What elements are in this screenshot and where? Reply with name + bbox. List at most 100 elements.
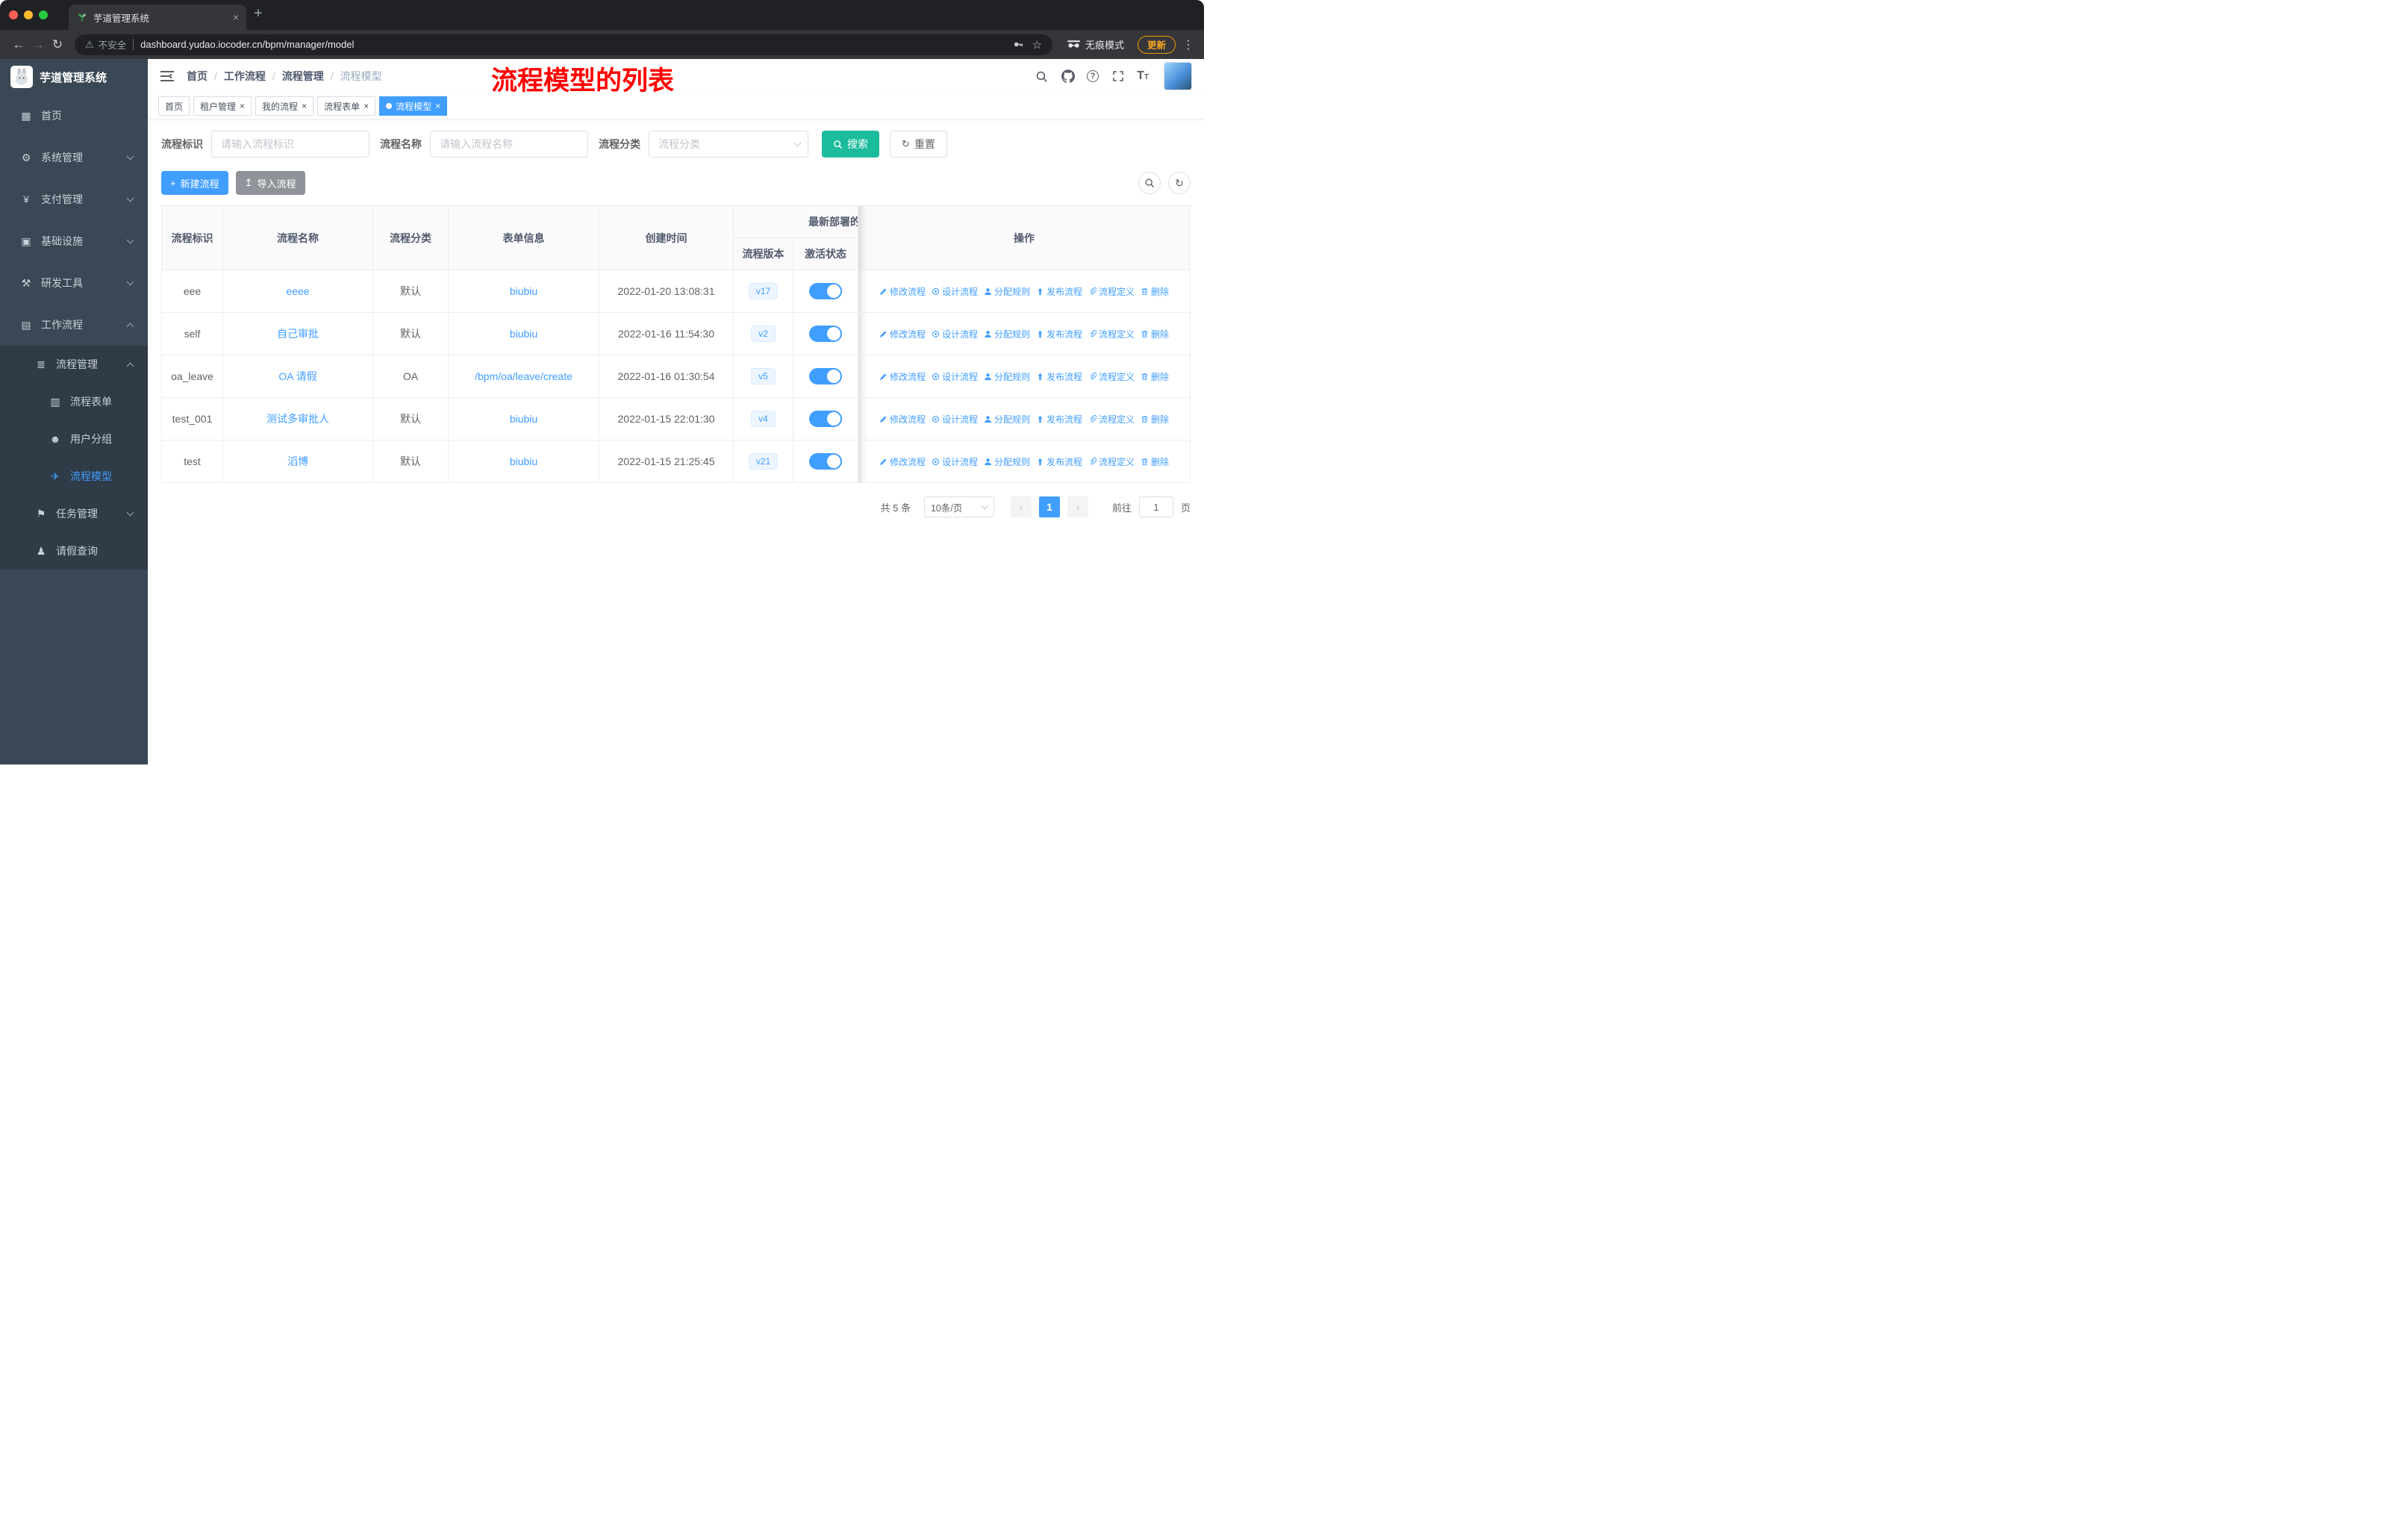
sidebar-item-5[interactable]: ▤ 工作流程 [0, 304, 148, 346]
action-assign-link[interactable]: 分配规则 [984, 413, 1030, 426]
form-info-link[interactable]: biubiu [510, 285, 537, 297]
action-edit-link[interactable]: 修改流程 [879, 413, 926, 426]
tag-0[interactable]: 首页 [158, 96, 190, 116]
breadcrumb-item-process-management[interactable]: 流程管理 [282, 69, 324, 84]
action-assign-link[interactable]: 分配规则 [984, 328, 1030, 340]
tag-3[interactable]: 流程表单 × [317, 96, 376, 116]
bookmark-star-icon[interactable]: ☆ [1032, 38, 1042, 52]
new-tab-button[interactable]: + [254, 5, 263, 22]
browser-tab[interactable]: 芋道管理系统 × [69, 4, 246, 30]
page-number-button[interactable]: 1 [1038, 496, 1060, 517]
process-name-link[interactable]: 测试多审批人 [266, 413, 329, 425]
action-definition-link[interactable]: 流程定义 [1088, 413, 1135, 426]
action-edit-link[interactable]: 修改流程 [879, 328, 926, 340]
create-process-button[interactable]: + 新建流程 [161, 171, 228, 195]
action-assign-link[interactable]: 分配规则 [984, 455, 1030, 468]
user-avatar[interactable] [1164, 62, 1192, 90]
back-icon[interactable]: ← [9, 37, 28, 52]
minimize-window-button[interactable] [24, 10, 33, 19]
sidebar-collapse-icon[interactable] [160, 68, 176, 84]
sidebar-item-8[interactable]: ☻ 用户分组 [0, 420, 148, 458]
password-key-icon[interactable] [1013, 39, 1024, 50]
breadcrumb-item-home[interactable]: 首页 [187, 69, 208, 84]
import-process-button[interactable]: ↥ 导入流程 [235, 171, 305, 195]
process-name-link[interactable]: 自己审批 [277, 328, 319, 340]
address-bar[interactable]: ⚠ 不安全 dashboard.yudao.iocoder.cn/bpm/man… [75, 34, 1052, 55]
action-definition-link[interactable]: 流程定义 [1088, 370, 1135, 383]
action-assign-link[interactable]: 分配规则 [984, 370, 1030, 383]
action-delete-link[interactable]: 删除 [1141, 285, 1169, 298]
action-edit-link[interactable]: 修改流程 [879, 455, 926, 468]
active-toggle[interactable] [809, 411, 842, 427]
process-name-input[interactable] [430, 131, 588, 158]
category-select[interactable]: 流程分类 [649, 131, 808, 158]
action-delete-link[interactable]: 删除 [1141, 328, 1169, 340]
active-toggle[interactable] [809, 368, 842, 384]
sidebar-item-10[interactable]: ⚑ 任务管理 [0, 495, 148, 532]
reload-icon[interactable]: ↻ [48, 37, 67, 52]
tab-close-icon[interactable]: × [233, 11, 239, 23]
sidebar-item-11[interactable]: ♟ 请假查询 [0, 532, 148, 570]
browser-menu-icon[interactable]: ⋮ [1182, 37, 1195, 52]
reset-button[interactable]: ↻ 重置 [890, 131, 947, 158]
form-info-link[interactable]: biubiu [510, 455, 537, 467]
breadcrumb-item-workflow[interactable]: 工作流程 [224, 69, 266, 84]
refresh-table-button[interactable]: ↻ [1168, 172, 1191, 194]
process-name-link[interactable]: eeee [286, 285, 309, 297]
action-publish-link[interactable]: 发布流程 [1036, 285, 1082, 298]
sidebar-item-7[interactable]: ▥ 流程表单 [0, 383, 148, 420]
search-button[interactable]: 搜索 [822, 131, 879, 158]
action-design-link[interactable]: 设计流程 [932, 285, 978, 298]
action-publish-link[interactable]: 发布流程 [1036, 370, 1082, 383]
sidebar-item-9[interactable]: ✈ 流程模型 [0, 458, 148, 495]
action-definition-link[interactable]: 流程定义 [1088, 455, 1135, 468]
sidebar-item-1[interactable]: ⚙ 系统管理 [0, 137, 148, 178]
active-toggle[interactable] [809, 283, 842, 299]
maximize-window-button[interactable] [39, 10, 48, 19]
sidebar-logo[interactable]: 芋道管理系统 [0, 59, 148, 95]
tag-close-icon[interactable]: × [302, 101, 307, 111]
close-window-button[interactable] [9, 10, 18, 19]
action-design-link[interactable]: 设计流程 [932, 370, 978, 383]
action-delete-link[interactable]: 删除 [1141, 455, 1169, 468]
font-size-icon[interactable]: TT [1137, 70, 1149, 82]
action-design-link[interactable]: 设计流程 [932, 455, 978, 468]
sidebar-item-6[interactable]: ≣ 流程管理 [0, 346, 148, 383]
tag-close-icon[interactable]: × [240, 101, 245, 111]
action-publish-link[interactable]: 发布流程 [1036, 413, 1082, 426]
next-page-button[interactable]: › [1067, 496, 1088, 517]
fullscreen-icon[interactable] [1111, 69, 1125, 84]
tag-close-icon[interactable]: × [435, 101, 440, 111]
toggle-search-button[interactable] [1138, 172, 1161, 194]
action-edit-link[interactable]: 修改流程 [879, 370, 926, 383]
action-publish-link[interactable]: 发布流程 [1036, 328, 1082, 340]
tag-1[interactable]: 租户管理 × [193, 96, 252, 116]
process-name-link[interactable]: 滔博 [287, 455, 308, 467]
action-design-link[interactable]: 设计流程 [932, 328, 978, 340]
prev-page-button[interactable]: ‹ [1010, 496, 1032, 517]
sidebar-item-2[interactable]: ¥ 支付管理 [0, 178, 148, 220]
tag-4[interactable]: 流程模型 × [379, 96, 448, 116]
action-delete-link[interactable]: 删除 [1141, 370, 1169, 383]
help-icon[interactable]: ? [1087, 70, 1099, 82]
action-assign-link[interactable]: 分配规则 [984, 285, 1030, 298]
action-publish-link[interactable]: 发布流程 [1036, 455, 1082, 468]
page-size-select[interactable]: 10条/页 [923, 496, 994, 517]
process-name-link[interactable]: OA 请假 [278, 370, 316, 382]
action-definition-link[interactable]: 流程定义 [1088, 285, 1135, 298]
active-toggle[interactable] [809, 326, 842, 342]
form-info-link[interactable]: biubiu [510, 413, 537, 425]
action-design-link[interactable]: 设计流程 [932, 413, 978, 426]
form-info-link[interactable]: biubiu [510, 328, 537, 340]
tag-2[interactable]: 我的流程 × [255, 96, 314, 116]
sidebar-item-0[interactable]: ▦ 首页 [0, 95, 148, 137]
tag-close-icon[interactable]: × [364, 101, 369, 111]
sidebar-item-3[interactable]: ▣ 基础设施 [0, 220, 148, 262]
goto-page-input[interactable] [1138, 496, 1173, 517]
sidebar-item-4[interactable]: ⚒ 研发工具 [0, 262, 148, 304]
github-icon[interactable] [1061, 69, 1075, 84]
action-definition-link[interactable]: 流程定义 [1088, 328, 1135, 340]
form-info-link[interactable]: /bpm/oa/leave/create [475, 370, 573, 382]
process-key-input[interactable] [211, 131, 369, 158]
search-icon[interactable] [1035, 69, 1049, 84]
